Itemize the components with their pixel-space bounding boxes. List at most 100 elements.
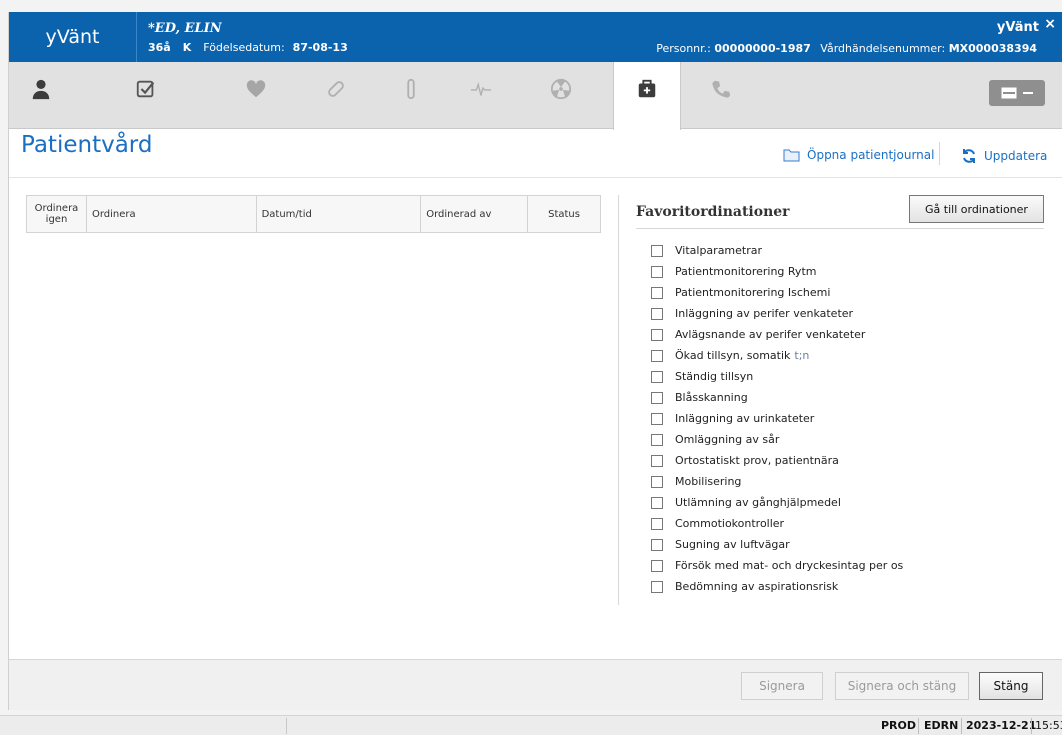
status-date: 2023-12-21 bbox=[966, 719, 1037, 732]
favorites-list: Vitalparametrar Patientmonitorering Rytm P… bbox=[651, 240, 903, 597]
favorite-label: Försök med mat- och dryckesintag per os bbox=[675, 559, 904, 572]
patient-age: 36å bbox=[148, 41, 171, 54]
favorite-item[interactable]: Sugning av luftvägar bbox=[651, 534, 903, 555]
refresh-link[interactable]: Uppdatera bbox=[961, 148, 1047, 164]
encounter-value: MX000038394 bbox=[948, 42, 1037, 55]
title-divider bbox=[9, 177, 1062, 178]
favorite-checkbox[interactable] bbox=[651, 496, 663, 509]
inbox-icon bbox=[1001, 87, 1017, 99]
refresh-icon bbox=[963, 149, 975, 163]
col-reorder[interactable]: Ordinera igen bbox=[26, 195, 87, 233]
favorite-item[interactable]: Ständig tillsyn bbox=[651, 366, 903, 387]
favorite-label: Commotiokontroller bbox=[675, 517, 785, 530]
favorite-checkbox[interactable] bbox=[651, 370, 663, 383]
tab-patient[interactable] bbox=[9, 62, 73, 128]
favorite-item[interactable]: Inläggning av perifer venkateter bbox=[651, 303, 903, 324]
minimize-widget-button[interactable] bbox=[989, 80, 1045, 106]
favorite-checkbox[interactable] bbox=[651, 286, 663, 299]
favorite-label: Patientmonitorering Ischemi bbox=[675, 286, 831, 299]
sign-button[interactable]: Signera bbox=[741, 672, 823, 700]
status-divider bbox=[1031, 718, 1032, 734]
col-ordered-by[interactable]: Ordinerad av bbox=[420, 195, 529, 233]
favorite-item[interactable]: Commotiokontroller bbox=[651, 513, 903, 534]
patient-name: *ED, ELIN bbox=[148, 21, 222, 36]
favorite-item[interactable]: Inläggning av urinkateter bbox=[651, 408, 903, 429]
favorite-checkbox[interactable] bbox=[651, 580, 663, 593]
tab-phone[interactable] bbox=[689, 62, 753, 128]
status-divider bbox=[961, 718, 962, 734]
tab-medication[interactable] bbox=[304, 62, 368, 128]
goto-orders-button[interactable]: Gå till ordinationer bbox=[909, 195, 1044, 223]
favorite-item[interactable]: Mobilisering bbox=[651, 471, 903, 492]
favorite-item[interactable]: Försök med mat- och dryckesintag per os bbox=[651, 555, 903, 576]
favorite-label: Inläggning av urinkateter bbox=[675, 412, 815, 425]
favorite-checkbox[interactable] bbox=[651, 307, 663, 320]
favorite-checkbox[interactable] bbox=[651, 475, 663, 488]
favorite-item[interactable]: Ökad tillsyn, somatik t;n bbox=[651, 345, 903, 366]
favorite-item[interactable]: Blåsskanning bbox=[651, 387, 903, 408]
orders-table: Ordinera igen Ordinera Datum/tid Ordiner… bbox=[26, 195, 601, 233]
favorite-checkbox[interactable] bbox=[651, 433, 663, 446]
close-icon[interactable]: × bbox=[1044, 16, 1056, 32]
personnr-label: Personnr.: bbox=[656, 42, 711, 55]
orders-header-row: Ordinera igen Ordinera Datum/tid Ordiner… bbox=[26, 195, 601, 233]
dob-label: Födelsedatum: bbox=[203, 41, 285, 54]
action-separator bbox=[939, 142, 940, 165]
status-unit: EDRN bbox=[924, 719, 959, 732]
col-status[interactable]: Status bbox=[527, 195, 601, 233]
page-title: Patientvård bbox=[21, 132, 153, 158]
favorite-checkbox[interactable] bbox=[651, 412, 663, 425]
folder-icon bbox=[783, 149, 800, 161]
favorites-title: Favoritordinationer bbox=[636, 204, 790, 220]
favorite-label: Patientmonitorering Rytm bbox=[675, 265, 817, 278]
tab-patient-care[interactable] bbox=[613, 62, 681, 130]
favorite-hint: t;n bbox=[794, 349, 810, 362]
tab-radiology[interactable] bbox=[529, 62, 593, 128]
favorite-item[interactable]: Bedömning av aspirationsrisk bbox=[651, 576, 903, 597]
sign-and-close-button[interactable]: Signera och stäng bbox=[835, 672, 969, 700]
favorite-checkbox[interactable] bbox=[651, 538, 663, 551]
tab-vitals[interactable] bbox=[224, 62, 288, 128]
col-order[interactable]: Ordinera bbox=[85, 195, 257, 233]
favorite-item[interactable]: Vitalparametrar bbox=[651, 240, 903, 261]
status-divider bbox=[918, 718, 919, 734]
tab-ecg[interactable] bbox=[449, 62, 513, 128]
favorite-checkbox[interactable] bbox=[651, 517, 663, 530]
favorite-item[interactable]: Avlägsnande av perifer venkateter bbox=[651, 324, 903, 345]
tab-checklist[interactable] bbox=[114, 62, 178, 128]
open-journal-link[interactable]: Öppna patientjournal bbox=[783, 148, 934, 162]
favorite-label: Omläggning av sår bbox=[675, 433, 780, 446]
minus-icon bbox=[1023, 92, 1033, 94]
favorite-item[interactable]: Utlämning av gånghjälpmedel bbox=[651, 492, 903, 513]
status-bar: PROD EDRN 2023-12-21 15:53 bbox=[0, 715, 1062, 735]
module-tabbar bbox=[9, 62, 1062, 130]
pill-icon bbox=[328, 81, 344, 97]
checklist-icon bbox=[136, 80, 155, 98]
favorite-item[interactable]: Omläggning av sår bbox=[651, 429, 903, 450]
favorite-checkbox[interactable] bbox=[651, 559, 663, 572]
personnr-value: 00000000-1987 bbox=[714, 42, 811, 55]
favorite-checkbox[interactable] bbox=[651, 454, 663, 467]
favorites-rule bbox=[636, 228, 1044, 229]
app-title: yVänt bbox=[9, 12, 137, 62]
favorite-checkbox[interactable] bbox=[651, 391, 663, 404]
tab-lab[interactable] bbox=[379, 62, 443, 128]
favorite-label: Ökad tillsyn, somatik bbox=[675, 349, 791, 362]
favorite-checkbox[interactable] bbox=[651, 328, 663, 341]
favorite-label: Inläggning av perifer venkateter bbox=[675, 307, 854, 320]
patient-dob: 87-08-13 bbox=[292, 41, 348, 54]
favorite-checkbox[interactable] bbox=[651, 244, 663, 257]
favorite-item[interactable]: Patientmonitorering Ischemi bbox=[651, 282, 903, 303]
patient-header: yVänt *ED, ELIN 36å K Födelsedatum: 87-0… bbox=[9, 12, 1062, 62]
favorite-checkbox[interactable] bbox=[651, 265, 663, 278]
medical-kit-icon bbox=[638, 79, 656, 98]
favorite-item[interactable]: Patientmonitorering Rytm bbox=[651, 261, 903, 282]
favorite-item[interactable]: Ortostatiskt prov, patientnära bbox=[651, 450, 903, 471]
encounter-label: Vårdhändelsenummer: bbox=[820, 42, 946, 55]
favorite-checkbox[interactable] bbox=[651, 349, 663, 362]
main-window: yVänt *ED, ELIN 36å K Födelsedatum: 87-0… bbox=[8, 12, 1062, 710]
test-tube-icon bbox=[407, 78, 415, 100]
favorite-label: Blåsskanning bbox=[675, 391, 748, 404]
close-button[interactable]: Stäng bbox=[979, 672, 1043, 700]
col-datetime[interactable]: Datum/tid bbox=[255, 195, 422, 233]
